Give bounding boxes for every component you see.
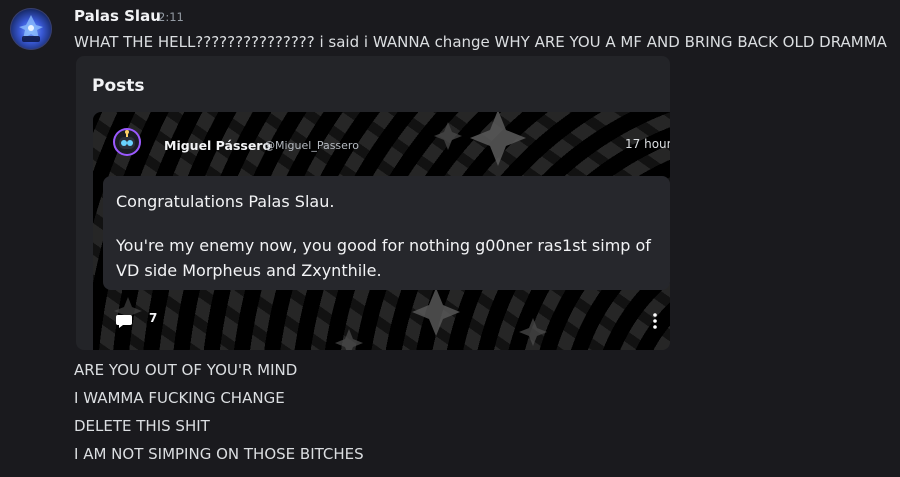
message-text: WHAT THE HELL??????????????? i said i WA… <box>74 33 887 51</box>
post-text-line2: You're my enemy now, you good for nothin… <box>116 236 651 280</box>
post-time: 17 hour <box>625 137 670 151</box>
followup-message-1: ARE YOU OUT OF YOU'R MIND <box>74 361 298 379</box>
post-card[interactable]: Congratulations Palas Slau. You're my en… <box>103 176 670 290</box>
message-timestamp: 2:11 <box>158 10 184 24</box>
post-author-avatar[interactable] <box>113 128 141 156</box>
embed-title: Posts <box>92 76 145 96</box>
robot-avatar-icon <box>119 130 135 149</box>
followup-message-2: I WAMMA FUCKING CHANGE <box>74 389 285 407</box>
post-author-name[interactable]: Miguel Pássero <box>164 138 271 153</box>
post-author-handle[interactable]: @Miguel_Passero <box>264 139 359 152</box>
followup-message-3: DELETE THIS SHIT <box>74 417 210 435</box>
comment-icon[interactable] <box>115 312 133 334</box>
post-header: Miguel Pássero @Miguel_Passero 17 hour <box>93 112 670 176</box>
comment-count: 7 <box>149 311 158 325</box>
post-background: Miguel Pássero @Miguel_Passero 17 hour C… <box>93 112 670 350</box>
user-avatar[interactable] <box>10 8 52 50</box>
embed[interactable]: Posts Miguel Pássero @Miguel_Passero 17 … <box>76 56 670 350</box>
user-avatar-icon <box>19 15 43 42</box>
post-text-line1: Congratulations Palas Slau. <box>116 192 335 211</box>
post-footer: 7 <box>103 306 670 336</box>
more-vertical-icon[interactable] <box>651 312 659 334</box>
followup-message-4: I AM NOT SIMPING ON THOSE BITCHES <box>74 445 364 463</box>
message-author[interactable]: Palas Slau <box>74 7 161 25</box>
